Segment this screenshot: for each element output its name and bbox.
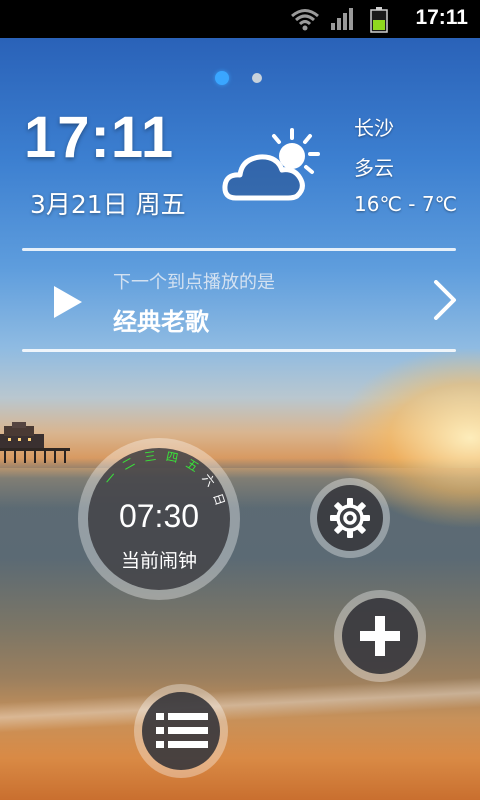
gear-icon — [330, 498, 370, 538]
battery-icon — [370, 7, 388, 33]
alarm-day-2: 二 — [120, 455, 137, 473]
pier-image — [0, 422, 70, 463]
weather-city: 长沙 — [354, 116, 394, 140]
alarm-time: 07:30 — [118, 498, 200, 534]
status-time: 17:11 — [415, 6, 468, 29]
alarm-day-5: 五 — [184, 456, 202, 474]
page-indicator-active[interactable] — [215, 71, 229, 85]
signal-icon — [331, 8, 353, 30]
alarm-day-1: 一 — [101, 469, 119, 487]
alarm-day-6: 六 — [199, 471, 217, 489]
list-icon — [156, 713, 208, 748]
next-playback-title: 经典老歌 — [113, 308, 209, 336]
horizon-glow — [0, 468, 480, 508]
play-icon[interactable] — [52, 284, 84, 320]
page-indicator-inactive[interactable] — [252, 73, 262, 83]
alarm-list-button[interactable] — [134, 684, 228, 778]
clock-date: 3月21日 周五 — [30, 190, 186, 219]
add-alarm-button[interactable] — [334, 590, 426, 682]
settings-button[interactable] — [310, 478, 390, 558]
clock-time: 17:11 — [24, 105, 175, 170]
wifi-icon — [291, 9, 319, 31]
chevron-right-icon[interactable] — [432, 280, 458, 320]
next-playback-caption: 下一个到点播放的是 — [113, 272, 275, 293]
plus-icon — [360, 616, 400, 656]
alarm-day-3: 三 — [143, 449, 157, 465]
weather-temperature: 16℃ - 7℃ — [354, 192, 458, 216]
divider-top — [22, 248, 456, 251]
next-playback-row[interactable] — [22, 252, 456, 348]
alarm-day-4: 四 — [165, 449, 180, 465]
divider-bottom — [22, 349, 456, 352]
alarm-label: 当前闹钟 — [120, 550, 197, 572]
status-bar: 17:11 — [0, 0, 480, 38]
weather-condition: 多云 — [354, 156, 394, 180]
partly-cloudy-icon[interactable] — [222, 126, 334, 206]
